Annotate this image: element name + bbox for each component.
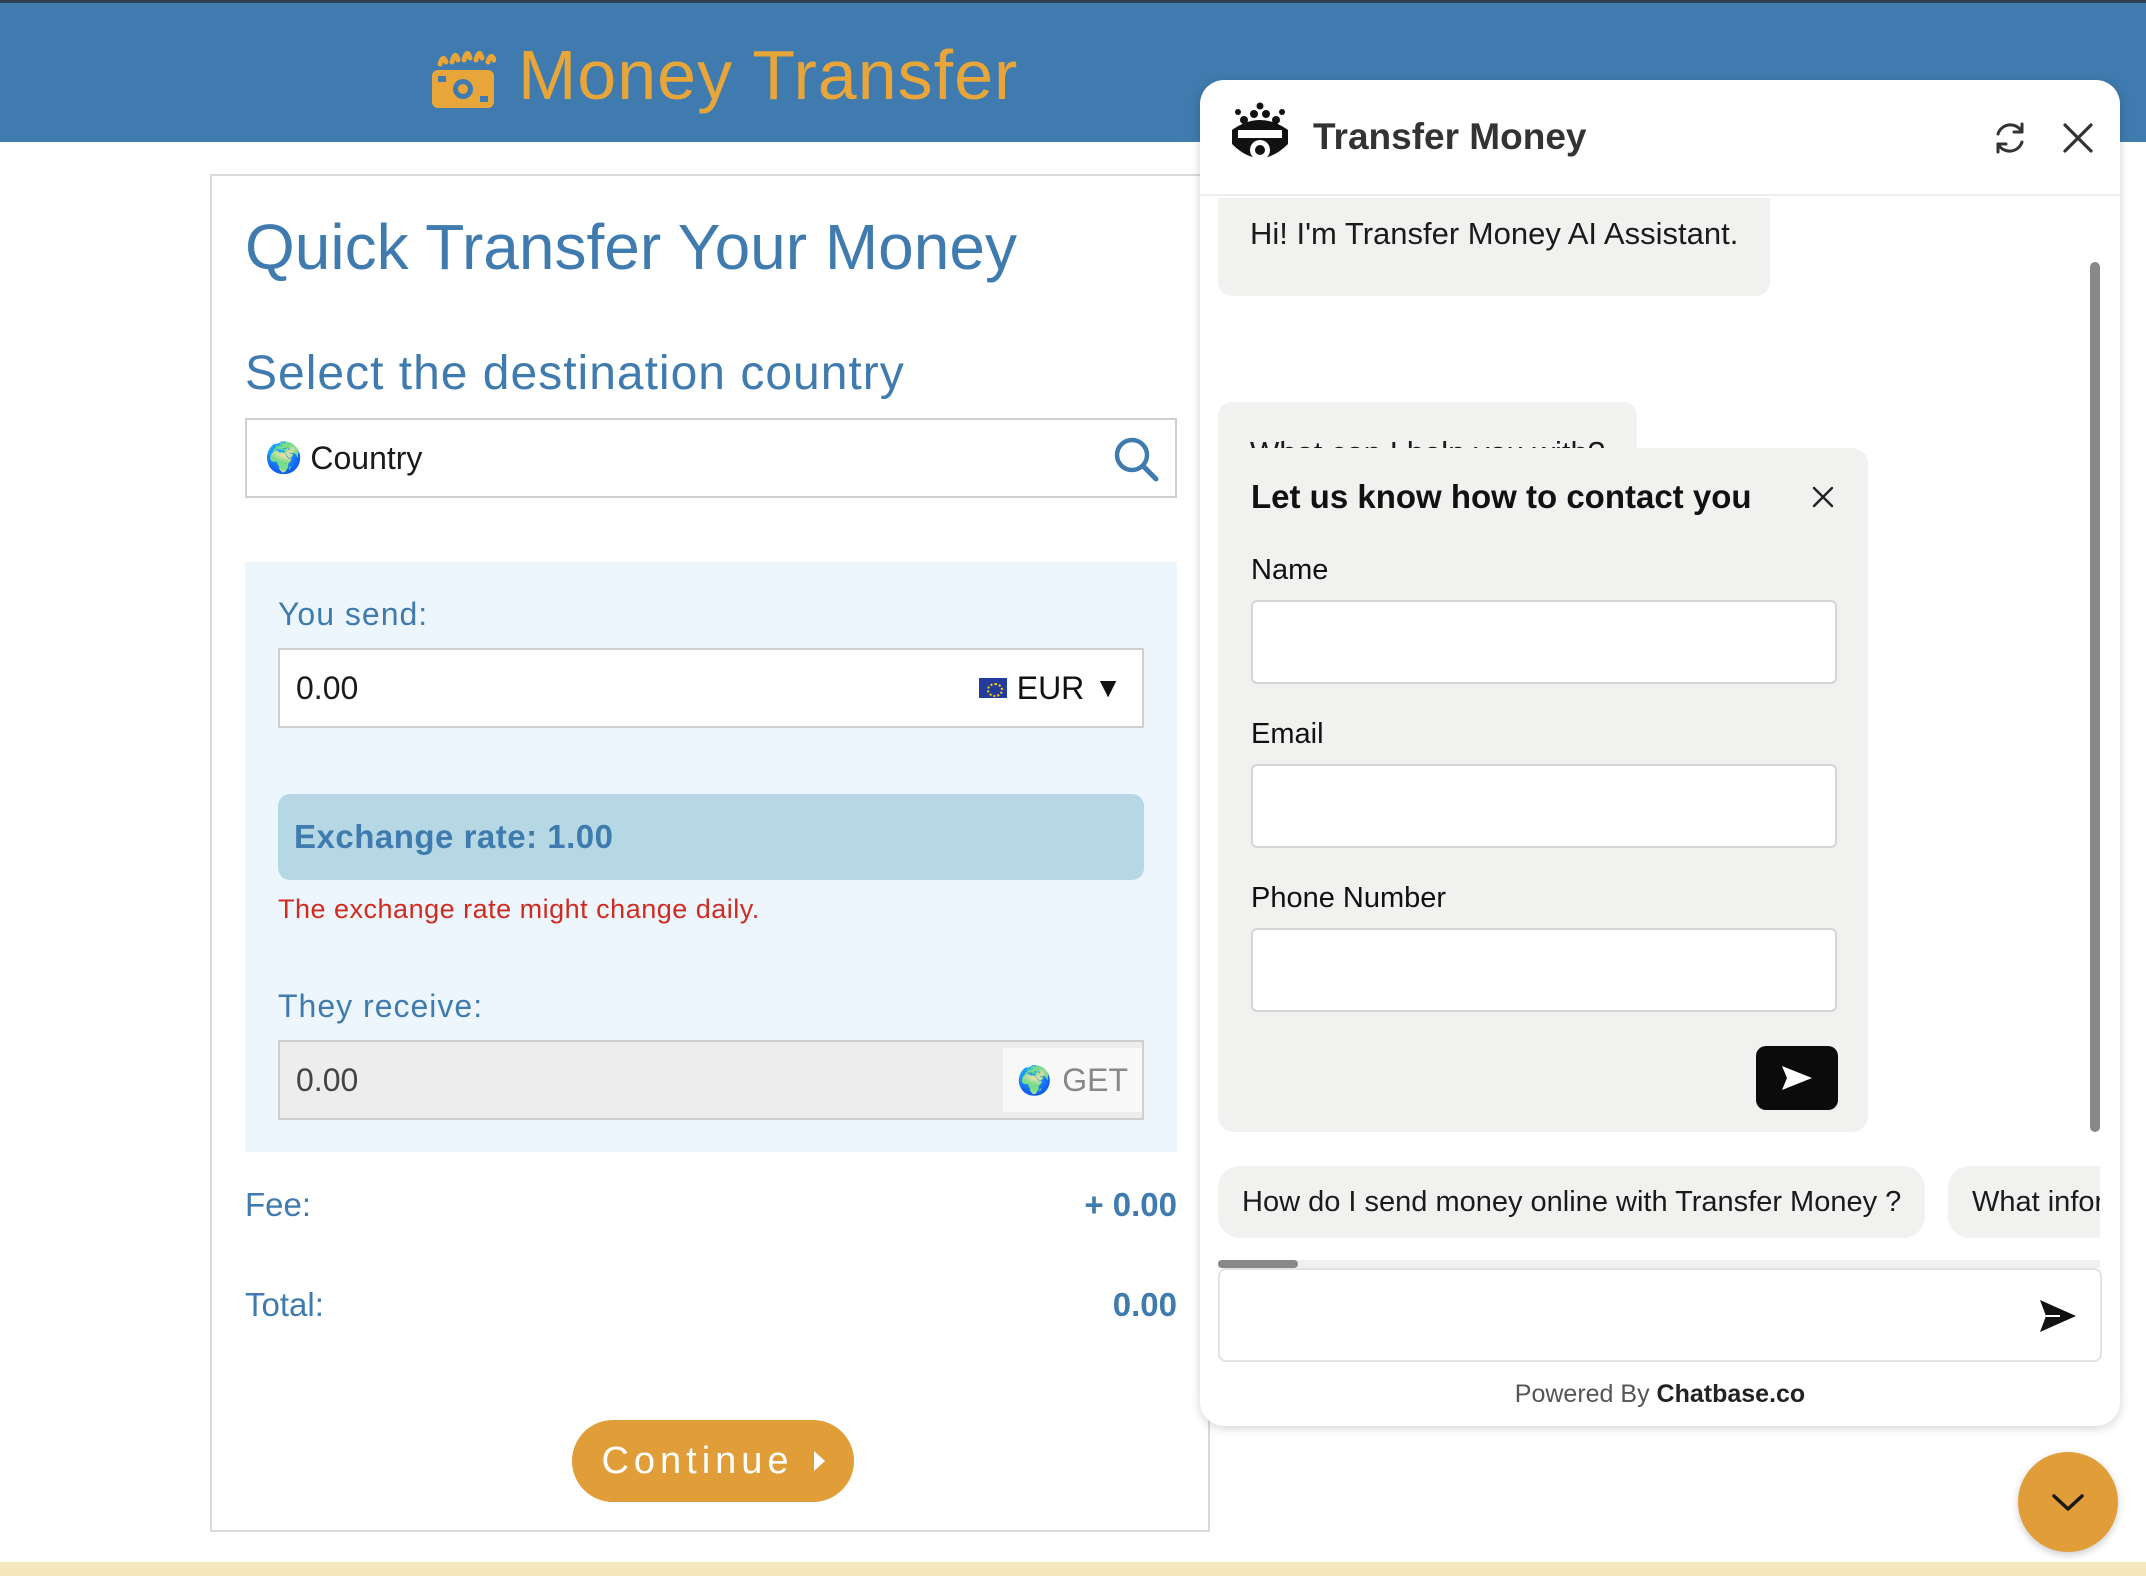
fee-value: + 0.00	[1084, 1186, 1177, 1223]
receive-amount-value: 0.00	[296, 1061, 359, 1098]
caret-down-icon: ▼	[1094, 672, 1122, 703]
receive-label: They receive:	[278, 988, 484, 1024]
search-icon[interactable]	[1111, 434, 1161, 484]
send-icon[interactable]	[2036, 1294, 2080, 1338]
send-label: You send:	[278, 596, 429, 632]
site-logo[interactable]: Money Transfer	[430, 35, 1018, 115]
send-amount-input[interactable]: 0.00 EUR ▼	[278, 648, 1144, 728]
suggestions-scroll-thumb[interactable]	[1218, 1260, 1298, 1268]
receive-currency: 🌍 GET	[1003, 1048, 1142, 1112]
country-search-field[interactable]: 🌍 Country	[245, 418, 1177, 498]
fee-row: Fee: + 0.00	[245, 1186, 1177, 1224]
country-placeholder: Country	[310, 439, 423, 476]
exchange-rate-note: The exchange rate might change daily.	[278, 894, 760, 924]
receive-amount-field: 0.00 🌍 GET	[278, 1040, 1144, 1120]
suggestion-chip[interactable]: What information do I need to send money…	[1948, 1166, 2100, 1238]
page-title: Quick Transfer Your Money	[245, 211, 1017, 283]
money-icon	[432, 51, 496, 108]
continue-button[interactable]: Continue	[572, 1420, 854, 1502]
total-value: 0.00	[1112, 1286, 1177, 1323]
suggestion-chip[interactable]: How do I send money online with Transfer…	[1218, 1166, 1926, 1238]
total-row: Total: 0.00	[245, 1286, 1177, 1324]
page: Money Transfer Quick Transfer Your Money…	[0, 0, 2146, 1576]
send-currency-select[interactable]: EUR ▼	[978, 650, 1122, 726]
receive-currency-code: GET	[1062, 1061, 1128, 1098]
powered-by: Powered By Chatbase.co	[1200, 1380, 2120, 1409]
suggestions-scrollbar[interactable]	[1218, 1260, 2100, 1268]
chat-toggle-button[interactable]	[2018, 1452, 2118, 1552]
footer-strip	[0, 1562, 2146, 1576]
continue-label: Continue	[601, 1439, 794, 1482]
exchange-rate-box: Exchange rate: 1.00	[278, 794, 1144, 880]
chevron-down-icon	[2052, 1494, 2084, 1511]
fee-label: Fee:	[245, 1186, 312, 1223]
transfer-card: Quick Transfer Your Money Select the des…	[210, 174, 1210, 1532]
destination-label: Select the destination country	[245, 347, 905, 400]
send-currency-code: EUR	[1016, 669, 1085, 706]
chat-widget: Transfer Money Hi! I'm Transfer Money AI…	[1200, 80, 2120, 1426]
globe-icon: 🌍	[265, 441, 303, 475]
chat-message-input[interactable]	[1218, 1268, 2102, 1362]
powered-prefix: Powered By	[1514, 1380, 1657, 1408]
powered-brand-link[interactable]: Chatbase.co	[1657, 1380, 1806, 1408]
send-amount-value: 0.00	[296, 669, 359, 706]
caret-right-icon	[813, 1451, 825, 1471]
site-title: Money Transfer	[518, 36, 1019, 114]
eu-flag-icon	[978, 678, 1007, 698]
calculator-panel: You send: 0.00 EUR ▼ Exchange rate: 1.00…	[245, 562, 1177, 1152]
total-label: Total:	[245, 1286, 324, 1323]
globe-icon: 🌍	[1017, 1064, 1053, 1096]
suggestions-row: How do I send money online with Transfer…	[1218, 80, 2100, 1280]
